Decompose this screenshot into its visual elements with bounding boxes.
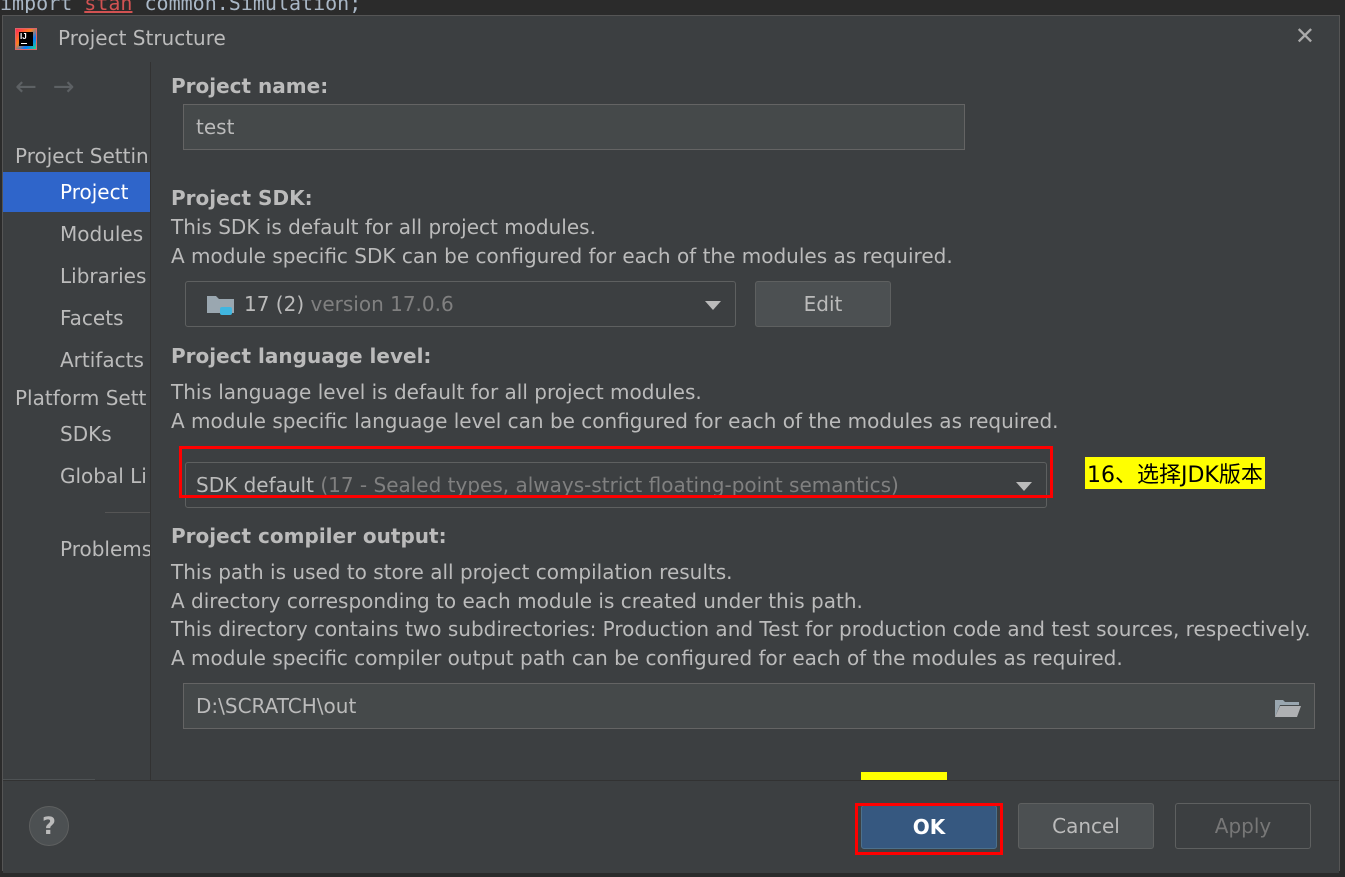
compiler-output-desc-4: A module specific compiler output path c… xyxy=(171,646,1123,670)
sdk-value: 17 (2) xyxy=(244,292,305,316)
language-level-desc-2: A module specific language level can be … xyxy=(171,409,1059,433)
annotation-step-16: 16、选择JDK版本 xyxy=(1085,457,1265,489)
sidebar-item-modules[interactable]: Modules xyxy=(3,214,150,254)
sdk-version: version 17.0.6 xyxy=(310,292,454,316)
intellij-idea-icon: IJ xyxy=(15,28,37,50)
apply-button[interactable]: Apply xyxy=(1175,803,1311,849)
window-title: Project Structure xyxy=(58,26,226,50)
nav-arrows: ← → xyxy=(15,72,91,102)
close-icon[interactable]: ✕ xyxy=(1295,22,1315,50)
project-structure-dialog: IJ Project Structure ✕ ← → Project Settin… xyxy=(2,15,1340,873)
language-level-label: Project language level: xyxy=(171,344,432,368)
compiler-output-path-input[interactable]: D:\SCRATCH\out xyxy=(183,683,1315,729)
project-name-input[interactable]: test xyxy=(183,104,965,150)
compiler-output-path: D:\SCRATCH\out xyxy=(196,694,357,718)
cancel-button[interactable]: Cancel xyxy=(1018,803,1154,849)
sidebar-item-project[interactable]: Project xyxy=(3,172,150,212)
compiler-output-desc-1: This path is used to store all project c… xyxy=(171,560,733,584)
project-sdk-desc-1: This SDK is default for all project modu… xyxy=(171,215,596,239)
language-level-desc-1: This language level is default for all p… xyxy=(171,380,702,404)
project-settings-panel: Project name: test Project SDK: This SDK… xyxy=(151,62,1339,804)
dialog-footer: ? OK Cancel Apply xyxy=(3,780,1339,873)
sdk-folder-icon xyxy=(207,296,234,315)
compiler-output-label: Project compiler output: xyxy=(171,524,447,548)
sidebar-item-problems[interactable]: Problems xyxy=(3,529,150,569)
help-button[interactable]: ? xyxy=(29,806,69,846)
project-name-label: Project name: xyxy=(171,74,329,98)
highlight-language-level xyxy=(179,446,1053,498)
sidebar-item-global-libraries[interactable]: Global Li xyxy=(3,456,150,496)
project-sdk-desc-2: A module specific SDK can be configured … xyxy=(171,244,953,268)
sidebar-item-artifacts[interactable]: Artifacts xyxy=(3,340,150,380)
section-project-settings: Project Settin xyxy=(15,144,149,168)
section-platform-settings: Platform Sett xyxy=(15,386,147,410)
chevron-down-icon xyxy=(705,301,721,310)
forward-arrow-icon[interactable]: → xyxy=(53,72,75,102)
title-bar: IJ Project Structure ✕ xyxy=(3,16,1339,60)
background-code-line: import stan common.Simulation; xyxy=(0,0,1345,13)
folder-browse-icon[interactable] xyxy=(1274,698,1302,718)
sdk-edit-button[interactable]: Edit xyxy=(755,281,891,327)
back-arrow-icon[interactable]: ← xyxy=(15,72,37,102)
project-sdk-dropdown[interactable]: 17 (2) version 17.0.6 xyxy=(185,281,736,327)
sidebar-divider xyxy=(105,512,150,513)
sidebar-item-facets[interactable]: Facets xyxy=(3,298,150,338)
sidebar-item-libraries[interactable]: Libraries xyxy=(3,256,150,296)
sidebar: ← → Project Settin Project Modules Librar… xyxy=(3,62,151,780)
sidebar-item-sdks[interactable]: SDKs xyxy=(3,414,150,454)
compiler-output-desc-3: This directory contains two subdirectori… xyxy=(171,617,1311,641)
highlight-ok-button xyxy=(855,803,1003,855)
compiler-output-desc-2: A directory corresponding to each module… xyxy=(171,589,863,613)
project-sdk-label: Project SDK: xyxy=(171,186,313,210)
